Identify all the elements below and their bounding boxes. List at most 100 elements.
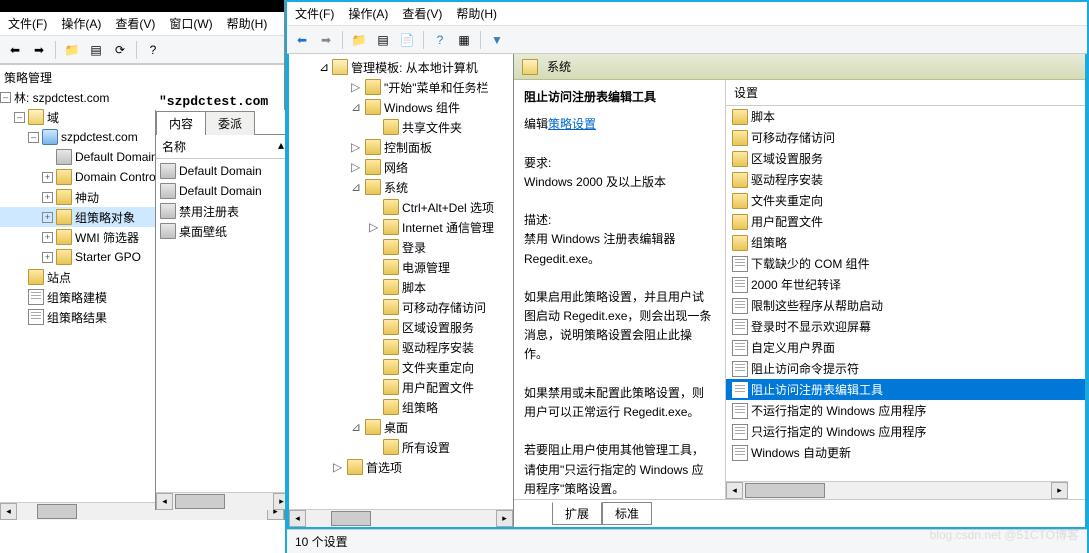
description-p2: 如果禁用或未配置此策略设置，则用户可以正常运行 Regedit.exe。 <box>524 384 715 422</box>
setting-row[interactable]: 限制这些程序从帮助启动 <box>726 295 1085 316</box>
setting-row[interactable]: 不运行指定的 Windows 应用程序 <box>726 400 1085 421</box>
refresh-icon[interactable]: ⟳ <box>109 39 131 61</box>
setting-row[interactable]: 自定义用户界面 <box>726 337 1085 358</box>
tree-item[interactable]: 电源管理 <box>289 257 513 277</box>
scroll-right-icon[interactable]: ▸ <box>496 510 513 527</box>
folder-icon <box>732 235 748 251</box>
gpo-icon <box>160 223 176 239</box>
h-scrollbar[interactable]: ◂ ▸ <box>156 492 290 510</box>
tree-item[interactable]: ⊿系统 <box>289 177 513 197</box>
menu-window[interactable]: 窗口(W) <box>169 15 212 32</box>
menu-help[interactable]: 帮助(H) <box>227 15 268 32</box>
list-item[interactable]: Default Domain <box>156 181 290 201</box>
setting-row[interactable]: 阻止访问命令提示符 <box>726 358 1085 379</box>
folder-up-icon[interactable]: 📁 <box>348 29 370 51</box>
page-icon <box>732 298 748 314</box>
tree-item[interactable]: ▷网络 <box>289 157 513 177</box>
filter-icon[interactable]: ▼ <box>486 29 508 51</box>
domain-icon <box>42 129 58 145</box>
tree-item[interactable]: 可移动存储访问 <box>289 297 513 317</box>
tree-item[interactable]: ▷"开始"菜单和任务栏 <box>289 77 513 97</box>
settings-column-header[interactable]: 设置 <box>726 80 1085 106</box>
properties-icon[interactable]: ▦ <box>453 29 475 51</box>
h-scrollbar[interactable]: ◂ ▸ <box>289 509 513 527</box>
scroll-right-icon[interactable]: ▸ <box>1051 482 1068 499</box>
export-icon[interactable]: 📄 <box>396 29 418 51</box>
tab-delegation[interactable]: 委派 <box>205 111 255 135</box>
h-scrollbar[interactable]: ◂ ▸ <box>726 481 1068 499</box>
tree-item[interactable]: 登录 <box>289 237 513 257</box>
tree-item[interactable]: ⊿桌面 <box>289 417 513 437</box>
menu-view[interactable]: 查看(V) <box>402 5 442 22</box>
tree-item[interactable]: 所有设置 <box>289 437 513 457</box>
tree-item[interactable]: 文件夹重定向 <box>289 357 513 377</box>
settings-list[interactable]: 设置 脚本可移动存储访问区域设置服务驱动程序安装文件夹重定向用户配置文件组策略下… <box>726 80 1085 499</box>
scroll-left-icon[interactable]: ◂ <box>156 493 173 510</box>
setting-row[interactable]: Windows 自动更新 <box>726 442 1085 463</box>
tab-standard[interactable]: 标准 <box>602 502 652 525</box>
back-icon[interactable]: ⬅ <box>291 29 313 51</box>
setting-row[interactable]: 组策略 <box>726 232 1085 253</box>
tab-content[interactable]: 内容 <box>156 111 206 135</box>
tree-item[interactable]: ▷控制面板 <box>289 137 513 157</box>
setting-row[interactable]: 下载缺少的 COM 组件 <box>726 253 1085 274</box>
setting-row[interactable]: 用户配置文件 <box>726 211 1085 232</box>
folder-icon[interactable]: 📁 <box>61 39 83 61</box>
menu-action[interactable]: 操作(A) <box>61 15 101 32</box>
menu-view[interactable]: 查看(V) <box>115 15 155 32</box>
page-icon <box>732 277 748 293</box>
folder-icon <box>28 109 44 125</box>
setting-row[interactable]: 2000 年世纪转译 <box>726 274 1085 295</box>
forward-icon[interactable]: ➡ <box>315 29 337 51</box>
setting-row[interactable]: 脚本 <box>726 106 1085 127</box>
column-header[interactable]: 名称▴ <box>156 135 290 159</box>
scroll-left-icon[interactable]: ◂ <box>0 503 17 520</box>
menu-file[interactable]: 文件(F) <box>295 5 334 22</box>
menu-help[interactable]: 帮助(H) <box>456 5 497 22</box>
scroll-left-icon[interactable]: ◂ <box>726 482 743 499</box>
setting-row[interactable]: 可移动存储访问 <box>726 127 1085 148</box>
tree-item[interactable]: 脚本 <box>289 277 513 297</box>
folder-icon <box>732 151 748 167</box>
tree-item[interactable]: 组策略 <box>289 397 513 417</box>
list-item[interactable]: 桌面壁纸 <box>156 221 290 241</box>
setting-row-selected[interactable]: 阻止访问注册表编辑工具 <box>726 379 1085 400</box>
list-item[interactable]: Default Domain <box>156 161 290 181</box>
tree-item[interactable]: 区域设置服务 <box>289 317 513 337</box>
tree-item[interactable]: 用户配置文件 <box>289 377 513 397</box>
back-icon[interactable]: ⬅ <box>4 39 26 61</box>
list-icon[interactable]: ▤ <box>85 39 107 61</box>
list-view-icon[interactable]: ▤ <box>372 29 394 51</box>
domain-quote: "szpdctest.com <box>159 94 268 109</box>
menu-action[interactable]: 操作(A) <box>348 5 388 22</box>
tree-root[interactable]: ⊿管理模板: 从本地计算机 <box>289 57 513 77</box>
tree-item[interactable]: Ctrl+Alt+Del 选项 <box>289 197 513 217</box>
setting-row[interactable]: 只运行指定的 Windows 应用程序 <box>726 421 1085 442</box>
sort-icon: ▴ <box>278 138 284 155</box>
tree-item[interactable]: 共享文件夹 <box>289 117 513 137</box>
gpo-list[interactable]: Default Domain Default Domain 禁用注册表 桌面壁纸 <box>156 159 290 243</box>
tree-item[interactable]: ▷Internet 通信管理 <box>289 217 513 237</box>
description-text: 禁用 Windows 注册表编辑器 Regedit.exe。 <box>524 230 715 268</box>
setting-row[interactable]: 驱动程序安装 <box>726 169 1085 190</box>
setting-row[interactable]: 登录时不显示欢迎屏幕 <box>726 316 1085 337</box>
help-icon[interactable]: ? <box>429 29 451 51</box>
setting-row[interactable]: 文件夹重定向 <box>726 190 1085 211</box>
menu-file[interactable]: 文件(F) <box>8 15 47 32</box>
setting-row[interactable]: 区域设置服务 <box>726 148 1085 169</box>
admin-templates-tree[interactable]: ⊿管理模板: 从本地计算机▷"开始"菜单和任务栏⊿Windows 组件共享文件夹… <box>289 54 514 527</box>
gpo-icon <box>56 149 72 165</box>
content-header: 系统 <box>514 54 1085 80</box>
scroll-left-icon[interactable]: ◂ <box>289 510 306 527</box>
tree-root[interactable]: 策略管理 <box>0 67 284 87</box>
folder-icon <box>28 269 44 285</box>
tree-item[interactable]: ⊿Windows 组件 <box>289 97 513 117</box>
help-icon[interactable]: ? <box>142 39 164 61</box>
tree-item[interactable]: ▷首选项 <box>289 457 513 477</box>
list-item[interactable]: 禁用注册表 <box>156 201 290 221</box>
forward-icon[interactable]: ➡ <box>28 39 50 61</box>
edit-label: 编辑 <box>524 117 548 131</box>
policy-settings-link[interactable]: 策略设置 <box>548 117 596 131</box>
tree-item[interactable]: 驱动程序安装 <box>289 337 513 357</box>
tab-extended[interactable]: 扩展 <box>552 502 602 525</box>
